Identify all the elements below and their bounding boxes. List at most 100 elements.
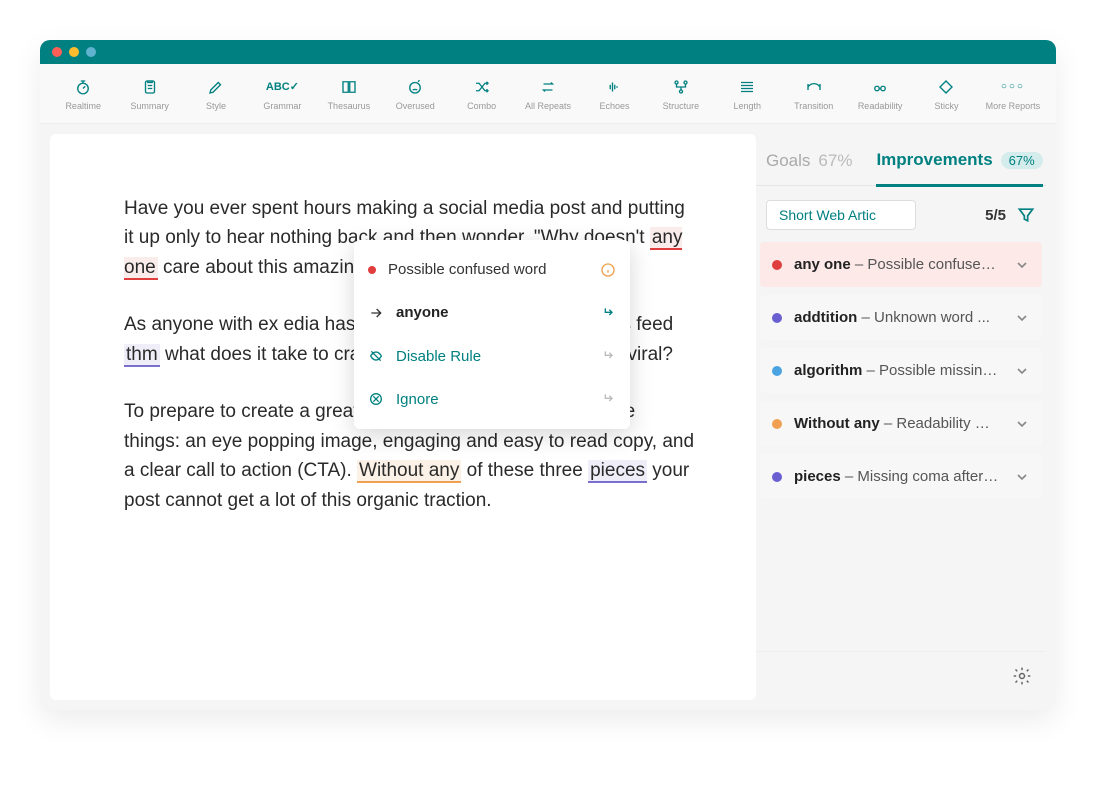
tool-length[interactable]: Length bbox=[714, 77, 780, 111]
apply-icon[interactable] bbox=[600, 391, 616, 407]
close-dot[interactable] bbox=[52, 47, 62, 57]
tool-echoes[interactable]: Echoes bbox=[581, 77, 647, 111]
tab-improvements[interactable]: Improvements 67% bbox=[876, 150, 1042, 187]
issue-text: any one – Possible confused ... bbox=[794, 256, 1002, 273]
tool-label: All Repeats bbox=[525, 101, 571, 111]
suggestion-popover: Possible confused word anyone Disable Ru… bbox=[354, 240, 630, 429]
repeat-icon bbox=[539, 77, 557, 97]
eye-off-icon bbox=[368, 348, 384, 364]
issue-item[interactable]: any one – Possible confused ... bbox=[760, 242, 1042, 287]
issue-text: algorithm – Possible missing ... bbox=[794, 362, 1002, 379]
minimize-dot[interactable] bbox=[69, 47, 79, 57]
apply-icon[interactable] bbox=[600, 348, 616, 364]
popover-suggestion[interactable]: anyone bbox=[354, 291, 630, 334]
info-icon[interactable] bbox=[600, 262, 616, 278]
issue-text: addtition – Unknown word ... bbox=[794, 309, 1002, 326]
tool-sticky[interactable]: Sticky bbox=[913, 77, 979, 111]
tab-goals[interactable]: Goals 67% bbox=[766, 150, 852, 185]
tool-allrepeats[interactable]: All Repeats bbox=[515, 77, 581, 111]
chevron-down-icon[interactable] bbox=[1014, 310, 1030, 326]
soundwave-icon bbox=[605, 77, 623, 97]
window-titlebar bbox=[40, 40, 1056, 64]
main-body: Have you ever spent hours making a socia… bbox=[40, 124, 1056, 710]
book-icon bbox=[340, 77, 358, 97]
settings-icon[interactable] bbox=[1012, 666, 1032, 686]
tool-label: Structure bbox=[663, 101, 700, 111]
popover-disable[interactable]: Disable Rule bbox=[354, 335, 630, 378]
sidebar-footer bbox=[756, 651, 1046, 700]
tab-label: Goals bbox=[766, 151, 810, 171]
more-icon: ○○○ bbox=[1001, 77, 1025, 97]
tired-face-icon bbox=[406, 77, 424, 97]
tool-overused[interactable]: Overused bbox=[382, 77, 448, 111]
chevron-down-icon[interactable] bbox=[1014, 363, 1030, 379]
ruler-icon bbox=[738, 77, 756, 97]
tool-label: Readability bbox=[858, 101, 903, 111]
sidebar: Goals 67% Improvements 67% Short Web Art… bbox=[756, 124, 1056, 710]
tool-summary[interactable]: Summary bbox=[116, 77, 182, 111]
flag-withoutany[interactable]: Without any bbox=[357, 460, 461, 483]
issue-item[interactable]: Without any – Readability ma... bbox=[760, 401, 1042, 446]
tool-style[interactable]: Style bbox=[183, 77, 249, 111]
popover-heading: Possible confused word bbox=[354, 248, 630, 291]
sidebar-tabs: Goals 67% Improvements 67% bbox=[756, 134, 1046, 186]
tool-label: More Reports bbox=[986, 101, 1041, 111]
tool-label: Sticky bbox=[934, 101, 958, 111]
abc-icon: ABC✓ bbox=[266, 77, 299, 97]
app-window: Realtime Summary Style ABC✓ Grammar Thes… bbox=[40, 40, 1056, 710]
bridge-icon bbox=[805, 77, 823, 97]
stopwatch-icon bbox=[74, 77, 92, 97]
severity-dot-icon bbox=[772, 260, 782, 270]
tool-thesaurus[interactable]: Thesaurus bbox=[316, 77, 382, 111]
tool-realtime[interactable]: Realtime bbox=[50, 77, 116, 111]
issue-text: pieces – Missing coma after p... bbox=[794, 468, 1002, 485]
popover-title: Possible confused word bbox=[388, 258, 588, 281]
tab-badge: 67% bbox=[1001, 152, 1043, 169]
tool-combo[interactable]: Combo bbox=[448, 77, 514, 111]
issue-item[interactable]: pieces – Missing coma after p... bbox=[760, 454, 1042, 499]
tab-label: Improvements bbox=[876, 150, 992, 170]
red-dot-icon bbox=[368, 266, 376, 274]
chevron-down-icon[interactable] bbox=[1014, 469, 1030, 485]
editor-pane[interactable]: Have you ever spent hours making a socia… bbox=[50, 134, 756, 700]
issue-item[interactable]: algorithm – Possible missing ... bbox=[760, 348, 1042, 393]
chevron-down-icon[interactable] bbox=[1014, 416, 1030, 432]
issue-text: Without any – Readability ma... bbox=[794, 415, 1002, 432]
chevron-down-icon[interactable] bbox=[1014, 257, 1030, 273]
toolbar: Realtime Summary Style ABC✓ Grammar Thes… bbox=[40, 64, 1056, 124]
tool-label: Overused bbox=[396, 101, 435, 111]
tool-label: Summary bbox=[130, 101, 169, 111]
tool-label: Realtime bbox=[65, 101, 101, 111]
suggestion-text: anyone bbox=[396, 301, 588, 324]
tool-label: Combo bbox=[467, 101, 496, 111]
severity-dot-icon bbox=[772, 366, 782, 376]
tool-label: Thesaurus bbox=[328, 101, 371, 111]
tool-label: Style bbox=[206, 101, 226, 111]
popover-ignore[interactable]: Ignore bbox=[354, 378, 630, 421]
tool-structure[interactable]: Structure bbox=[648, 77, 714, 111]
filter-row: Short Web Artic 5/5 bbox=[756, 186, 1046, 242]
flag-thm[interactable]: thm bbox=[124, 344, 160, 367]
severity-dot-icon bbox=[772, 419, 782, 429]
clipboard-icon bbox=[141, 77, 159, 97]
tool-grammar[interactable]: ABC✓ Grammar bbox=[249, 77, 315, 111]
ignore-icon bbox=[368, 391, 384, 407]
issue-item[interactable]: addtition – Unknown word ... bbox=[760, 295, 1042, 340]
severity-dot-icon bbox=[772, 472, 782, 482]
apply-icon[interactable] bbox=[600, 305, 616, 321]
tool-transition[interactable]: Transition bbox=[780, 77, 846, 111]
issue-list: any one – Possible confused ... addtitio… bbox=[756, 242, 1046, 499]
tool-label: Length bbox=[734, 101, 762, 111]
tool-more[interactable]: ○○○ More Reports bbox=[980, 77, 1046, 111]
ignore-text: Ignore bbox=[396, 388, 588, 411]
glasses-icon bbox=[871, 77, 889, 97]
filter-icon[interactable] bbox=[1016, 205, 1036, 225]
tool-label: Transition bbox=[794, 101, 833, 111]
disable-text: Disable Rule bbox=[396, 345, 588, 368]
arrow-right-icon bbox=[368, 305, 384, 321]
maximize-dot[interactable] bbox=[86, 47, 96, 57]
tool-readability[interactable]: Readability bbox=[847, 77, 913, 111]
severity-dot-icon bbox=[772, 313, 782, 323]
flag-pieces[interactable]: pieces bbox=[588, 460, 647, 483]
document-type-filter[interactable]: Short Web Artic bbox=[766, 200, 916, 230]
